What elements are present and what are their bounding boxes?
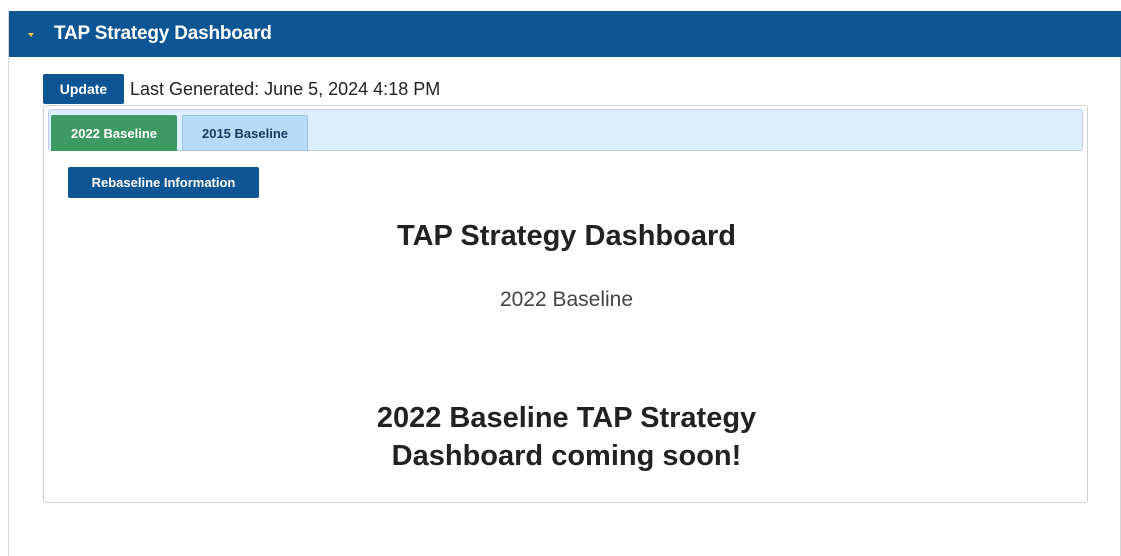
rebaseline-information-button[interactable]: Rebaseline Information bbox=[68, 167, 259, 198]
tab-content-box: 2022 Baseline 2015 Baseline Rebaseline I… bbox=[43, 105, 1088, 503]
caret-down-icon[interactable] bbox=[28, 33, 34, 37]
tab-2022-baseline[interactable]: 2022 Baseline bbox=[51, 115, 177, 151]
dashboard-title: TAP Strategy Dashboard bbox=[397, 220, 736, 252]
baseline-subtitle: 2022 Baseline bbox=[499, 288, 634, 311]
panel-header[interactable]: TAP Strategy Dashboard bbox=[9, 11, 1121, 57]
coming-soon-line-2: Dashboard coming soon! bbox=[391, 440, 742, 472]
toolbar: Update Last Generated: June 5, 2024 4:18… bbox=[43, 74, 440, 104]
panel-title: TAP Strategy Dashboard bbox=[54, 23, 272, 44]
tab-bar: 2022 Baseline 2015 Baseline bbox=[48, 109, 1083, 151]
last-generated-text: Last Generated: June 5, 2024 4:18 PM bbox=[130, 78, 441, 99]
update-button[interactable]: Update bbox=[43, 74, 124, 104]
coming-soon-message: 2022 Baseline TAP Strategy Dashboard com… bbox=[44, 399, 1089, 475]
coming-soon-line-1: 2022 Baseline TAP Strategy bbox=[376, 402, 757, 434]
dashboard-panel: TAP Strategy Dashboard Update Last Gener… bbox=[8, 11, 1121, 556]
tab-2015-baseline[interactable]: 2015 Baseline bbox=[182, 115, 308, 151]
